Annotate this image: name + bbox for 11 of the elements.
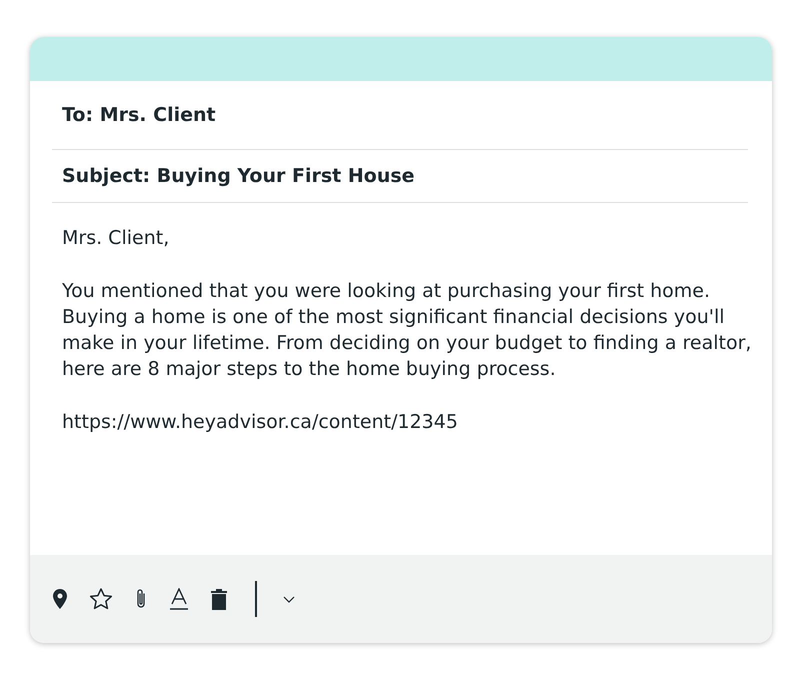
- chevron-down-icon[interactable]: [283, 596, 295, 602]
- recipient-field[interactable]: To: Mrs. Client: [62, 104, 216, 126]
- message-paragraph: You mentioned that you were looking at purchasing your first home. Buying a home is one of the most significant financial decisions you'll make in your lifetime. From deciding on your budget to finding a realtor, here are 8 major steps to the home buying process.: [62, 279, 752, 382]
- map-pin-icon[interactable]: [53, 589, 67, 609]
- message-paragraph: Mrs. Client,: [62, 226, 170, 251]
- paperclip-icon[interactable]: [135, 588, 147, 610]
- trash-icon[interactable]: [211, 588, 227, 610]
- star-icon[interactable]: [89, 588, 113, 610]
- message-paragraph: https://www.heyadvisor.ca/content/12345: [62, 410, 459, 435]
- subject-field[interactable]: Subject: Buying Your First House: [62, 165, 415, 187]
- text-color-icon[interactable]: [169, 588, 189, 610]
